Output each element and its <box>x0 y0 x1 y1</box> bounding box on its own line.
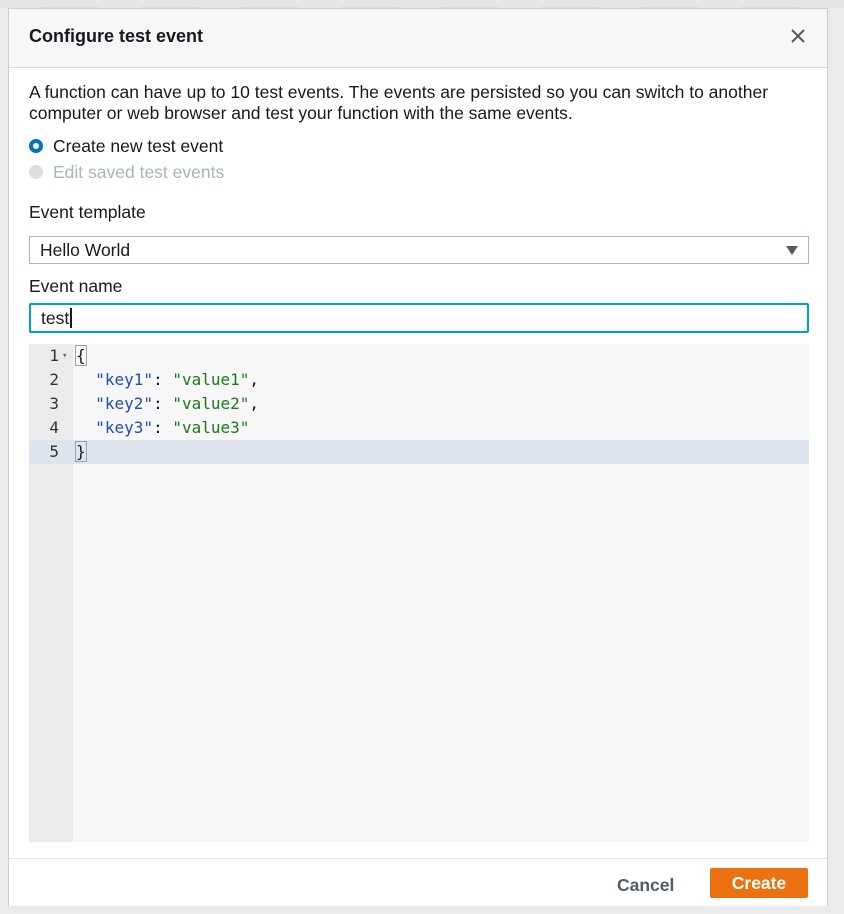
code-text: "key1": "value1", <box>76 368 259 392</box>
json-key: "key3" <box>95 418 154 437</box>
fold-arrow-icon[interactable]: ▾ <box>62 344 67 368</box>
code-line-active: 5 } <box>29 440 809 464</box>
code-text: } <box>75 440 87 464</box>
event-template-select[interactable]: Hello World <box>29 236 809 264</box>
json-separator: : <box>153 418 173 437</box>
json-comma: , <box>249 394 260 413</box>
line-number: 1 <box>49 346 59 365</box>
json-code-editor[interactable]: 1 ▾ { 2 "key1": "value1", 3 "key2": "val… <box>29 344 809 842</box>
radio-selected-icon[interactable] <box>29 139 43 153</box>
radio-disabled-icon <box>29 165 43 179</box>
event-template-label: Event template <box>29 202 146 222</box>
radio-edit-saved-test-events: Edit saved test events <box>29 161 224 183</box>
json-key: "key1" <box>95 370 154 389</box>
dialog-description: A function can have up to 10 test events… <box>29 82 769 123</box>
configure-test-event-dialog: Configure test event A function can have… <box>8 8 828 906</box>
code-line: 4 "key3": "value3" <box>29 416 809 440</box>
code-text: { <box>75 344 87 368</box>
code-line: 1 ▾ { <box>29 344 809 368</box>
dialog-footer: Cancel Create <box>9 858 827 906</box>
json-separator: : <box>153 394 173 413</box>
json-value: "value1" <box>172 370 250 389</box>
radio-label: Edit saved test events <box>53 161 225 182</box>
code-line: 2 "key1": "value1", <box>29 368 809 392</box>
json-separator: : <box>153 370 173 389</box>
code-text: "key2": "value2", <box>76 392 259 416</box>
code-line: 3 "key2": "value2", <box>29 392 809 416</box>
json-key: "key2" <box>95 394 154 413</box>
event-name-value: test <box>41 308 70 328</box>
json-value: "value2" <box>172 394 250 413</box>
event-name-label: Event name <box>29 276 123 296</box>
dialog-title: Configure test event <box>29 26 204 46</box>
line-number: 5 <box>49 442 59 461</box>
event-name-input[interactable]: test <box>29 303 809 333</box>
background-page <box>0 0 844 13</box>
dialog-header: Configure test event <box>9 9 827 68</box>
close-icon[interactable] <box>787 25 809 47</box>
json-comma: , <box>249 370 260 389</box>
line-number: 2 <box>49 370 59 389</box>
text-cursor <box>70 307 72 328</box>
cancel-button[interactable]: Cancel <box>609 871 682 899</box>
close-brace: } <box>75 441 87 462</box>
code-text: "key3": "value3" <box>76 416 249 440</box>
open-brace: { <box>75 345 87 366</box>
json-value: "value3" <box>172 418 250 437</box>
line-number: 3 <box>49 394 59 413</box>
caret-down-icon <box>786 246 798 255</box>
radio-label: Create new test event <box>53 135 224 156</box>
create-button[interactable]: Create <box>710 868 808 898</box>
event-template-value: Hello World <box>40 240 131 260</box>
line-number: 4 <box>49 418 59 437</box>
radio-create-new-test-event[interactable]: Create new test event <box>29 135 223 157</box>
